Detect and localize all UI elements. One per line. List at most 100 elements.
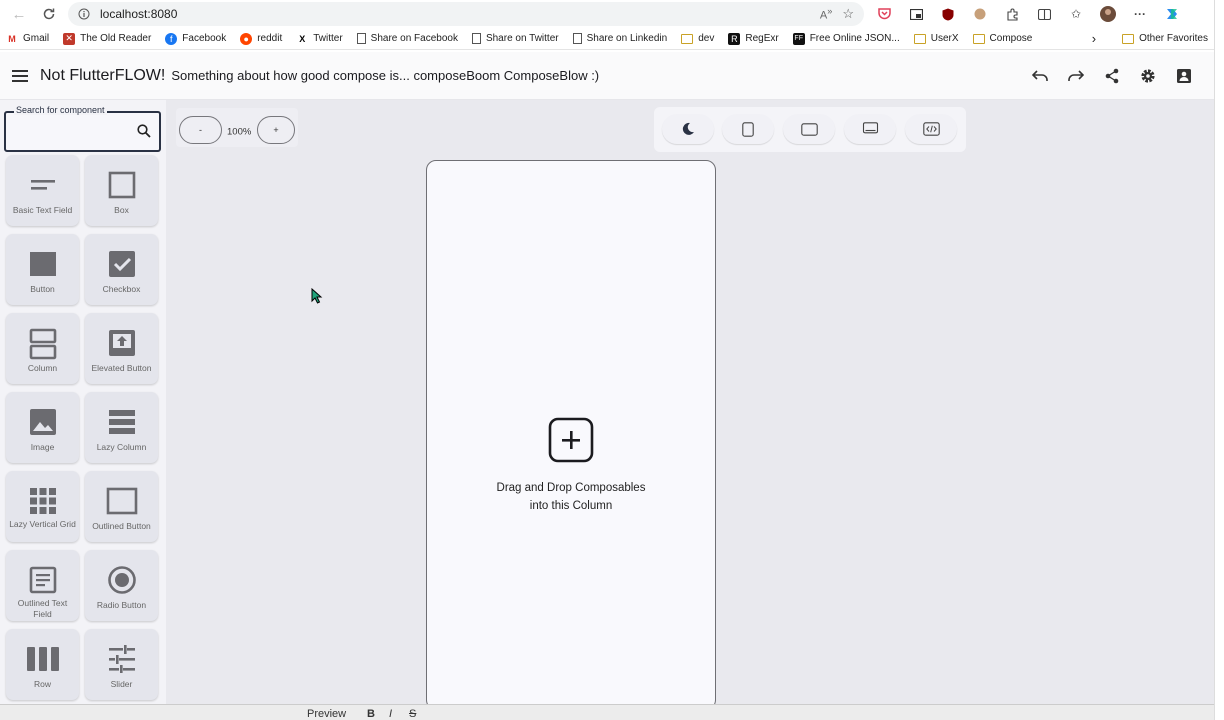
- component-slider[interactable]: Slider: [85, 629, 158, 700]
- add-box-icon: [548, 417, 594, 463]
- favorite-star-icon[interactable]: ☆: [842, 6, 854, 22]
- device-canvas[interactable]: Drag and Drop Composables into this Colu…: [426, 160, 716, 704]
- tablet-icon: [800, 122, 818, 136]
- bookmarks-bar: M Gmail ✕ The Old Reader f Facebook ● reddit…: [0, 28, 1214, 50]
- bookmark-twitter[interactable]: X Twitter: [296, 33, 342, 45]
- share-icon[interactable]: [1094, 58, 1130, 94]
- bookmark-share-linkedin[interactable]: Share on Linkedin: [572, 33, 667, 44]
- drop-hint: Drag and Drop Composables into this Colu…: [496, 482, 646, 512]
- article-icon: [29, 566, 56, 594]
- menu-icon[interactable]: [12, 69, 28, 82]
- component-radio-button[interactable]: Radio Button: [85, 550, 158, 621]
- component-column[interactable]: Column: [6, 313, 79, 384]
- dark-mode-toggle[interactable]: [662, 114, 714, 144]
- strikethrough-icon[interactable]: S: [409, 708, 416, 720]
- zoom-level: 100%: [227, 126, 252, 138]
- folder-icon: [1122, 33, 1135, 44]
- info-icon: [78, 8, 90, 20]
- url-field[interactable]: localhost:8080 A» ☆: [68, 2, 864, 26]
- component-sidebar: Search for component Basic Text Field Bo…: [0, 100, 166, 704]
- redo-icon[interactable]: [1058, 58, 1094, 94]
- bookmark-folder-dev[interactable]: dev: [681, 33, 714, 44]
- other-favorites[interactable]: Other Favorites: [1122, 33, 1208, 44]
- search-input[interactable]: [14, 125, 124, 137]
- mouse-cursor-icon: [311, 288, 323, 304]
- device-toolbar: [654, 107, 966, 152]
- folder-icon: [972, 33, 985, 44]
- bold-icon[interactable]: B: [367, 708, 375, 720]
- old-reader-icon: ✕: [63, 32, 76, 45]
- bookmark-json[interactable]: FF Free Online JSON...: [792, 32, 900, 45]
- bookmark-old-reader[interactable]: ✕ The Old Reader: [63, 32, 151, 45]
- component-elevated-button[interactable]: Elevated Button: [85, 313, 158, 384]
- component-box[interactable]: Box: [85, 155, 158, 226]
- ublock-icon[interactable]: [936, 2, 960, 26]
- back-icon[interactable]: ←: [8, 3, 30, 25]
- component-button[interactable]: Button: [6, 234, 79, 305]
- laptop-icon: [862, 122, 878, 134]
- bookmark-folder-compose[interactable]: Compose: [972, 33, 1032, 44]
- italic-icon[interactable]: I: [389, 708, 392, 720]
- favorites-icon[interactable]: ✩: [1064, 2, 1088, 26]
- ff-icon: FF: [792, 32, 805, 45]
- zoom-out-button[interactable]: -: [179, 116, 222, 144]
- more-icon[interactable]: ···: [1128, 2, 1152, 26]
- bookmark-folder-userx[interactable]: UserX: [913, 33, 959, 44]
- chevron-right-icon[interactable]: ›: [1092, 31, 1096, 46]
- component-basic-text-field[interactable]: Basic Text Field: [6, 155, 79, 226]
- copilot-icon[interactable]: [1160, 2, 1184, 26]
- component-outlined-button[interactable]: Outlined Button: [85, 471, 158, 542]
- page-icon: [356, 33, 366, 44]
- workspace: Search for component Basic Text Field Bo…: [0, 100, 1214, 704]
- component-outlined-text-field[interactable]: Outlined Text Field: [6, 550, 79, 621]
- read-aloud-icon[interactable]: A»: [820, 6, 832, 22]
- component-checkbox[interactable]: Checkbox: [85, 234, 158, 305]
- app-subtitle: Something about how good compose is... c…: [171, 68, 600, 83]
- moon-icon: [682, 122, 694, 135]
- phone-icon: [742, 121, 754, 137]
- zoom-controls: - 100% +: [176, 108, 298, 147]
- x-icon: X: [299, 33, 306, 44]
- browser-window: ← localhost:8080 A» ☆ ✩ ··· M Gmail ✕ The …: [0, 0, 1214, 704]
- folder-icon: [681, 33, 694, 44]
- screen-icon[interactable]: [904, 2, 928, 26]
- bookmark-regexr[interactable]: R RegExr: [728, 32, 779, 45]
- bookmark-facebook[interactable]: f Facebook: [165, 32, 226, 45]
- phone-device-button[interactable]: [722, 114, 774, 144]
- search-icon[interactable]: [137, 124, 151, 138]
- url-text: localhost:8080: [100, 7, 178, 21]
- background-editor-toolbar: Preview B I S: [0, 704, 1214, 720]
- address-bar-row: ← localhost:8080 A» ☆ ✩ ···: [0, 0, 1214, 28]
- preview-tab[interactable]: Preview: [307, 708, 346, 720]
- bookmark-share-twitter[interactable]: Share on Twitter: [471, 33, 559, 44]
- split-screen-icon[interactable]: [1032, 2, 1056, 26]
- radio-icon: [107, 566, 136, 594]
- bookmark-share-facebook[interactable]: Share on Facebook: [356, 33, 458, 44]
- component-lazy-vertical-grid[interactable]: Lazy Vertical Grid: [6, 471, 79, 542]
- component-search-field[interactable]: Search for component: [4, 105, 161, 152]
- code-icon: [922, 122, 940, 136]
- component-lazy-column[interactable]: Lazy Column: [85, 392, 158, 463]
- column-icon: [29, 328, 56, 360]
- pocket-icon[interactable]: [872, 2, 896, 26]
- settings-gear-icon[interactable]: [1130, 58, 1166, 94]
- bookmark-reddit[interactable]: ● reddit: [240, 32, 282, 45]
- gmail-icon: M: [8, 33, 16, 44]
- component-image[interactable]: Image: [6, 392, 79, 463]
- cookie-icon[interactable]: [968, 2, 992, 26]
- tablet-device-button[interactable]: [783, 114, 835, 144]
- extensions-icon[interactable]: [1000, 2, 1024, 26]
- undo-icon[interactable]: [1022, 58, 1058, 94]
- app-bar: Not FlutterFLOW! Something about how goo…: [0, 52, 1214, 100]
- zoom-in-button[interactable]: +: [257, 116, 295, 144]
- component-row[interactable]: Row: [6, 629, 79, 700]
- desktop-device-button[interactable]: [844, 114, 896, 144]
- account-box-icon[interactable]: [1166, 58, 1202, 94]
- reload-icon[interactable]: [38, 3, 60, 25]
- bookmark-gmail[interactable]: M Gmail: [6, 33, 49, 45]
- image-icon: [29, 409, 56, 435]
- profile-avatar[interactable]: [1096, 2, 1120, 26]
- row-icon: [26, 647, 59, 671]
- box-outline-icon: [108, 171, 135, 199]
- code-view-button[interactable]: [905, 114, 957, 144]
